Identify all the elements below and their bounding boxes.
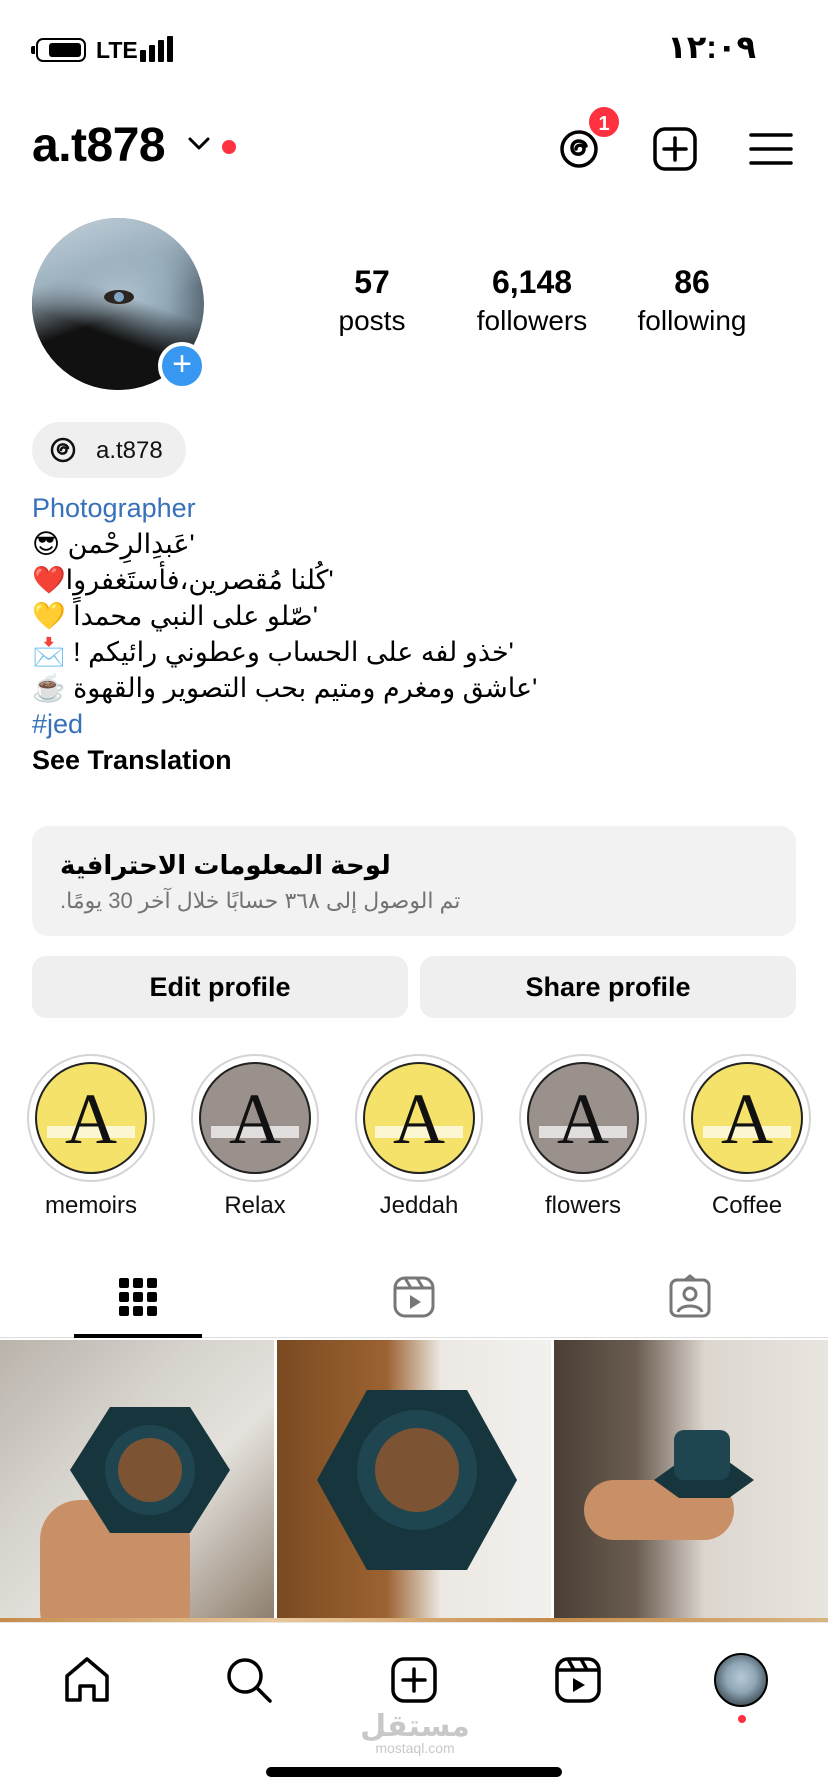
search-icon	[227, 1658, 272, 1703]
highlight-cover-letter: A	[229, 1079, 281, 1159]
tab-reels[interactable]	[276, 1262, 552, 1338]
profile-tabs	[0, 1262, 828, 1338]
highlight-cover-letter: A	[65, 1079, 117, 1159]
followers-number: 6,148	[491, 264, 573, 300]
posts-grid	[0, 1340, 828, 1622]
edit-profile-button[interactable]: Edit profile	[32, 956, 408, 1018]
dashboard-title: لوحة المعلومات الاحترافية	[60, 850, 391, 880]
notification-badge: 1	[586, 104, 622, 140]
watermark: مستقل mostaql.com	[360, 1709, 470, 1756]
bio-line: 'كُلنا مُقصرين،فأستَغفروا❤️	[32, 565, 334, 595]
highlight-coffee[interactable]: A Coffee	[682, 1054, 812, 1220]
add-story-icon[interactable]: +	[158, 342, 206, 390]
battery-icon	[31, 38, 86, 62]
bio-category: Photographer	[32, 493, 196, 523]
bio-line: 'عَبدِالرِحْمن 😎	[32, 529, 195, 559]
bio-line: 'صّلو على النبي محمداً 💛	[32, 601, 318, 631]
dashboard-subtitle: تم الوصول إلى ٣٦٨ حسابًا خلال آخر 30 يوم…	[60, 888, 461, 913]
highlight-label: memoirs	[44, 1192, 137, 1219]
active-tab-indicator	[74, 1334, 202, 1338]
create-icon	[391, 1657, 437, 1703]
following-label: following	[637, 305, 747, 336]
signal-icon	[140, 36, 176, 62]
username-switcher[interactable]: a.t878	[32, 118, 166, 173]
reels-icon	[393, 1276, 435, 1318]
unread-dot	[222, 140, 236, 154]
bottom-navigation: مستقل mostaql.com	[0, 1622, 828, 1792]
chevron-down-icon[interactable]	[186, 132, 212, 156]
menu-icon[interactable]	[748, 126, 794, 172]
highlight-cover-letter: A	[557, 1079, 609, 1159]
highlight-cover-letter: A	[393, 1079, 445, 1159]
bio: Photographer 'عَبدِالرِحْمن 😎 'كُلنا مُق…	[32, 490, 792, 778]
followers-count[interactable]: 6,148 followers	[462, 264, 602, 337]
nav-reels[interactable]	[551, 1653, 605, 1707]
post-thumbnail[interactable]	[0, 1340, 274, 1622]
highlight-label: Jeddah	[379, 1192, 459, 1219]
highlight-label: Coffee	[711, 1192, 783, 1219]
watermark-arabic: مستقل	[360, 1710, 470, 1743]
nav-create[interactable]	[387, 1653, 441, 1707]
followers-label: followers	[476, 305, 588, 336]
bio-line: 'خذو لفه على الحساب وعطوني رائيكم ! 📩	[32, 637, 514, 667]
post-thumbnail[interactable]	[277, 1340, 551, 1622]
nav-home[interactable]	[60, 1653, 114, 1707]
posts-count[interactable]: 57 posts	[322, 264, 422, 337]
reels-icon	[555, 1657, 601, 1703]
see-translation-link[interactable]: See Translation	[32, 742, 792, 778]
highlight-flowers[interactable]: A flowers	[518, 1054, 648, 1220]
highlight-memoirs[interactable]: A memoirs	[26, 1054, 156, 1220]
profile-notification-dot	[738, 1715, 746, 1723]
tab-posts-grid[interactable]	[0, 1262, 276, 1338]
add-post-icon[interactable]	[652, 126, 698, 172]
highlight-label: Relax	[224, 1192, 286, 1219]
home-indicator[interactable]	[266, 1767, 562, 1777]
home-icon	[65, 1657, 109, 1702]
threads-icon	[50, 437, 76, 463]
following-count[interactable]: 86 following	[628, 264, 756, 337]
nav-profile-avatar[interactable]	[714, 1653, 768, 1707]
posts-label: posts	[338, 305, 406, 336]
hashtag-link[interactable]: #jed	[32, 706, 792, 742]
watermark-latin: mostaql.com	[375, 1740, 455, 1756]
highlight-cover-letter: A	[721, 1079, 773, 1159]
grid-icon	[119, 1278, 157, 1316]
threads-handle: a.t878	[96, 437, 163, 464]
threads-link-chip[interactable]: a.t878	[32, 422, 186, 478]
highlight-label: flowers	[544, 1192, 622, 1219]
share-profile-button[interactable]: Share profile	[420, 956, 796, 1018]
profile-header: a.t878 1	[0, 104, 828, 180]
tagged-icon	[669, 1274, 711, 1318]
highlight-jeddah[interactable]: A Jeddah	[354, 1054, 484, 1220]
post-thumbnail[interactable]	[554, 1340, 828, 1622]
network-label: LTE	[96, 37, 138, 63]
professional-dashboard[interactable]: لوحة المعلومات الاحترافية تم الوصول إلى …	[32, 826, 796, 936]
following-number: 86	[674, 264, 710, 300]
clock: ١٢:٠٩	[667, 29, 756, 65]
posts-number: 57	[354, 264, 390, 300]
tab-tagged[interactable]	[552, 1262, 828, 1338]
status-bar: LTE ١٢:٠٩	[0, 0, 828, 100]
bio-line: 'عاشق ومغرم ومتيم بحب التصوير والقهوة ☕️	[32, 673, 538, 703]
nav-search[interactable]	[222, 1653, 276, 1707]
highlight-relax[interactable]: A Relax	[190, 1054, 320, 1220]
